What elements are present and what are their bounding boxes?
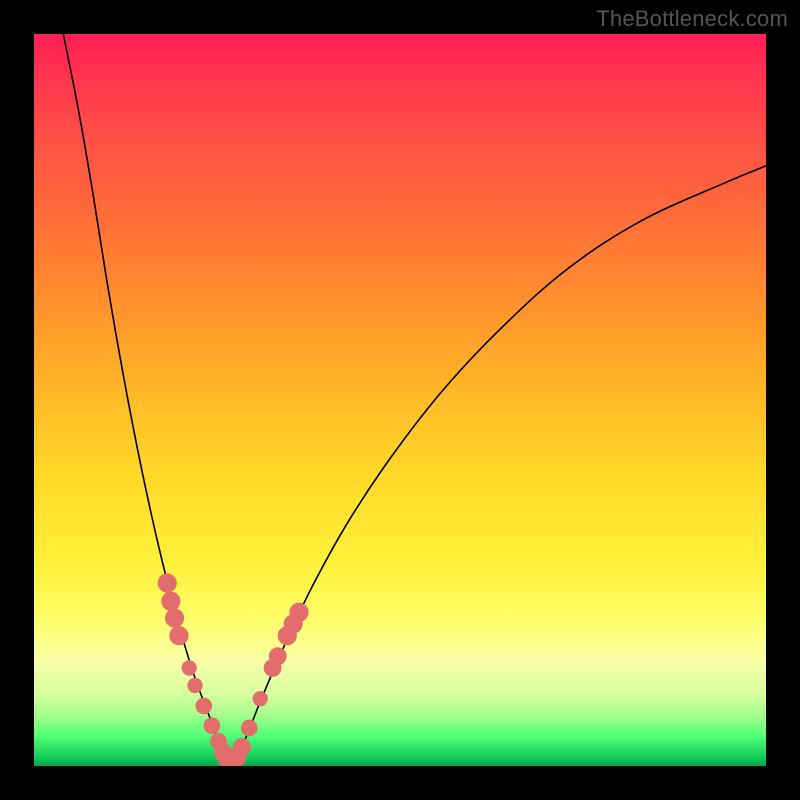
chart-frame: TheBottleneck.com <box>0 0 800 800</box>
marker-dot <box>196 698 213 715</box>
marker-dot <box>161 592 180 611</box>
marker-dot <box>253 691 268 706</box>
scatter-markers <box>158 573 309 766</box>
marker-dot <box>233 738 251 756</box>
marker-dot <box>165 609 184 628</box>
marker-dot <box>182 660 197 675</box>
watermark-text: TheBottleneck.com <box>596 6 788 32</box>
marker-dot <box>158 573 177 592</box>
marker-dot <box>169 626 188 645</box>
marker-dot <box>187 678 202 693</box>
marker-dot <box>269 647 287 665</box>
marker-dot <box>241 720 258 737</box>
marker-dot <box>204 717 221 734</box>
series-left-branch <box>63 34 224 759</box>
plot-area <box>34 34 766 766</box>
marker-dot <box>289 603 308 622</box>
series-right-branch <box>235 166 766 759</box>
chart-svg <box>34 34 766 766</box>
